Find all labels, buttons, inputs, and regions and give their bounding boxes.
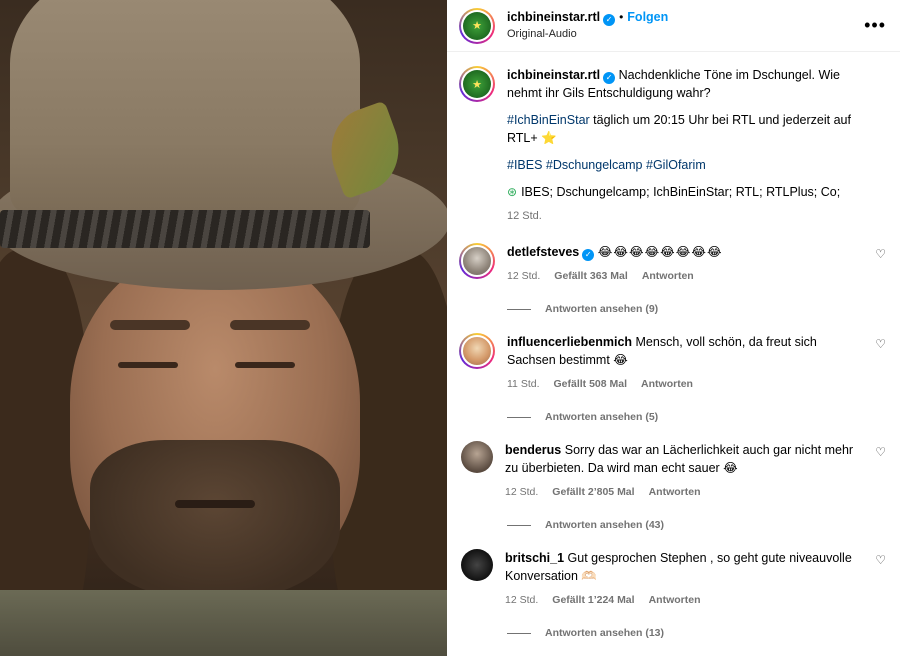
- commenter-avatar[interactable]: [461, 549, 493, 581]
- reply-button[interactable]: Antworten: [649, 591, 701, 609]
- reply-button[interactable]: Antworten: [641, 375, 693, 393]
- view-replies-button[interactable]: Antworten ansehen (9): [507, 303, 886, 315]
- heart-icon[interactable]: ♡: [875, 553, 886, 567]
- star-logo-icon: ★: [463, 11, 491, 40]
- more-options-icon[interactable]: •••: [864, 15, 886, 36]
- post-viewer: ★ ichbineinstar.rtl ✓ • Folgen Original-Aud…: [0, 0, 900, 656]
- comment-username[interactable]: detlefsteves: [507, 245, 579, 259]
- comment-time[interactable]: 12 Std.: [505, 483, 538, 501]
- beard: [90, 440, 340, 600]
- hashtag-link[interactable]: #IBES: [507, 158, 542, 172]
- comment-content: detlefsteves ✓ 😂😂😂😂😂😂😂😂 12 Std. Gefällt 3…: [507, 243, 886, 285]
- comment-item: influencerliebenmich Mensch, voll schön,…: [459, 333, 886, 423]
- comment-item: britschi_1 Gut gesprochen Stephen , so g…: [459, 549, 886, 639]
- comment-username[interactable]: britschi_1: [505, 551, 564, 565]
- hat-band: [0, 210, 370, 248]
- view-replies-label: Antworten ansehen (43): [545, 519, 665, 531]
- verified-badge-icon: ✓: [603, 14, 616, 26]
- commenter-avatar[interactable]: [459, 333, 495, 369]
- comment-time[interactable]: 12 Std.: [507, 267, 540, 285]
- brow-right: [230, 320, 310, 330]
- thread-line: [507, 308, 531, 310]
- hashtag-link[interactable]: #GilOfarim: [646, 158, 706, 172]
- caption-line2: #IchBinEinStar täglich um 20:15 Uhr bei …: [507, 111, 866, 147]
- comments-list[interactable]: ★ ichbineinstar.rtl ✓ Nachdenkliche Töne …: [447, 52, 900, 639]
- comment-meta: 12 Std. Gefällt 363 Mal Antworten: [507, 267, 866, 285]
- heart-icon[interactable]: ♡: [875, 247, 886, 261]
- audio-tag-icon: ⊛: [507, 185, 518, 199]
- verified-badge-icon: ✓: [582, 249, 595, 261]
- comment-username[interactable]: influencerliebenmich: [507, 335, 632, 349]
- view-replies-button[interactable]: Antworten ansehen (43): [507, 519, 886, 531]
- view-replies-button[interactable]: Antworten ansehen (5): [507, 411, 886, 423]
- follow-button[interactable]: Folgen: [627, 10, 668, 24]
- comment-likes[interactable]: Gefällt 2’805 Mal: [552, 483, 634, 501]
- comment-meta: 11 Std. Gefällt 508 Mal Antworten: [507, 375, 866, 393]
- heart-icon[interactable]: ♡: [875, 445, 886, 459]
- comment-likes[interactable]: Gefällt 363 Mal: [554, 267, 628, 285]
- view-replies-label: Antworten ansehen (9): [545, 303, 659, 315]
- header-username[interactable]: ichbineinstar.rtl: [507, 10, 600, 24]
- comment-likes[interactable]: Gefällt 1’224 Mal: [552, 591, 634, 609]
- hashtag-link[interactable]: #IchBinEinStar: [507, 113, 590, 127]
- caption-audio-tags: ⊛ IBES; Dschungelcamp; IchBinEinStar; RTL…: [507, 183, 866, 201]
- post-header: ★ ichbineinstar.rtl ✓ • Folgen Original-Aud…: [447, 0, 900, 52]
- caption-username[interactable]: ichbineinstar.rtl: [507, 68, 600, 82]
- caption-time[interactable]: 12 Std.: [507, 207, 866, 225]
- commenter-avatar[interactable]: [461, 441, 493, 473]
- comment-item: detlefsteves ✓ 😂😂😂😂😂😂😂😂 12 Std. Gefällt 3…: [459, 243, 886, 315]
- audio-subtitle[interactable]: Original-Audio: [507, 26, 668, 42]
- comment-time[interactable]: 11 Std.: [507, 375, 540, 393]
- comment-meta: 12 Std. Gefällt 2’805 Mal Antworten: [505, 483, 866, 501]
- view-replies-button[interactable]: Antworten ansehen (13): [507, 627, 886, 639]
- audio-tags-text[interactable]: IBES; Dschungelcamp; IchBinEinStar; RTL;…: [521, 185, 840, 199]
- heart-icon[interactable]: ♡: [875, 337, 886, 351]
- reply-button[interactable]: Antworten: [649, 483, 701, 501]
- reply-button[interactable]: Antworten: [642, 267, 694, 285]
- caption: ★ ichbineinstar.rtl ✓ Nachdenkliche Töne …: [459, 66, 886, 225]
- comment-meta: 12 Std. Gefällt 1’224 Mal Antworten: [505, 591, 866, 609]
- verified-badge-icon: ✓: [603, 72, 616, 84]
- caption-hashtags: #IBES #Dschungelcamp #GilOfarim: [507, 156, 866, 174]
- eye-left: [118, 362, 178, 368]
- comment-content: benderus Sorry das war an Lächerlichkeit…: [505, 441, 886, 501]
- hat-crown: [10, 0, 360, 220]
- separator-dot: •: [619, 10, 624, 24]
- mouth: [175, 500, 255, 508]
- thread-line: [507, 632, 531, 634]
- caption-content: ichbineinstar.rtl ✓ Nachdenkliche Töne im…: [507, 66, 886, 225]
- comments-panel: ★ ichbineinstar.rtl ✓ • Folgen Original-Aud…: [447, 0, 900, 656]
- comment-item: benderus Sorry das war an Lächerlichkeit…: [459, 441, 886, 531]
- eye-right: [235, 362, 295, 368]
- account-avatar[interactable]: ★: [459, 7, 495, 44]
- commenter-avatar[interactable]: [459, 243, 495, 279]
- view-replies-label: Antworten ansehen (13): [545, 627, 665, 639]
- comment-content: influencerliebenmich Mensch, voll schön,…: [507, 333, 886, 393]
- caption-avatar[interactable]: ★: [459, 66, 495, 102]
- post-video[interactable]: [0, 0, 447, 656]
- brow-left: [110, 320, 190, 330]
- hashtag-link[interactable]: #Dschungelcamp: [546, 158, 643, 172]
- header-text: ichbineinstar.rtl ✓ • Folgen Original-Audio: [507, 9, 668, 42]
- thread-line: [507, 416, 531, 418]
- comment-content: britschi_1 Gut gesprochen Stephen , so g…: [505, 549, 886, 609]
- shirt: [0, 590, 447, 656]
- star-logo-icon: ★: [463, 70, 491, 98]
- comment-time[interactable]: 12 Std.: [505, 591, 538, 609]
- comment-username[interactable]: benderus: [505, 443, 561, 457]
- view-replies-label: Antworten ansehen (5): [545, 411, 659, 423]
- comment-likes[interactable]: Gefällt 508 Mal: [554, 375, 628, 393]
- comment-text: 😂😂😂😂😂😂😂😂: [597, 245, 723, 259]
- thread-line: [507, 524, 531, 526]
